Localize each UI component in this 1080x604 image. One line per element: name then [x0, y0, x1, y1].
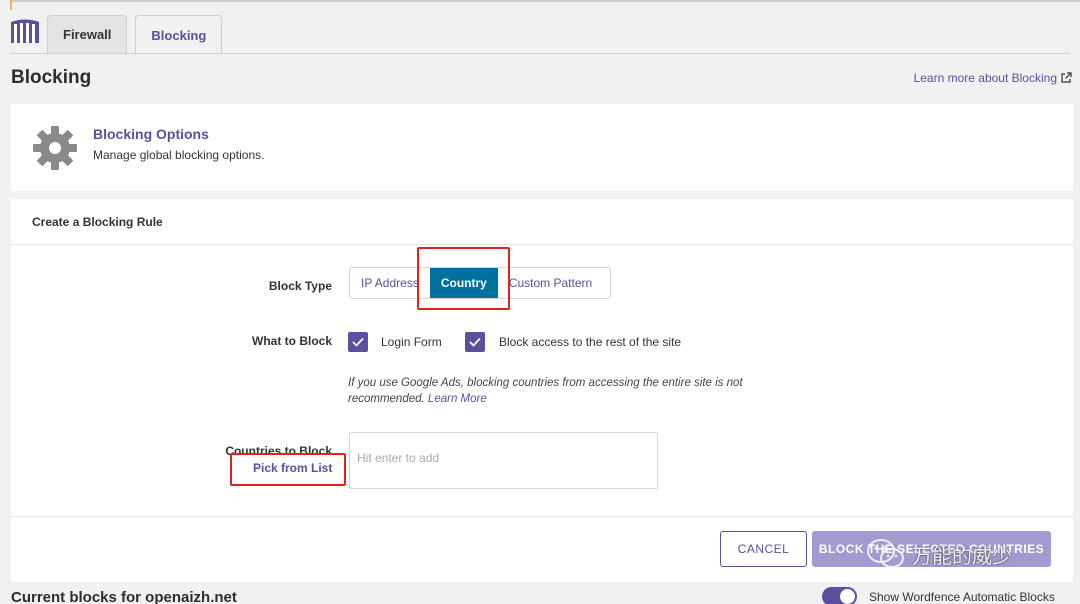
check-icon [469, 337, 481, 347]
tab-bar: Firewall Blocking [47, 15, 223, 54]
rule-footer-divider [11, 516, 1073, 517]
page-title: Blocking [11, 67, 92, 88]
current-blocks-title: Current blocks for openaizh.net [11, 589, 237, 604]
block-type-label: Block Type [268, 279, 332, 293]
check-icon [352, 337, 364, 347]
login-form-checkbox[interactable] [348, 332, 368, 352]
create-rule-heading: Create a Blocking Rule [32, 215, 163, 229]
block-site-checkbox[interactable] [465, 332, 485, 352]
automatic-blocks-toggle[interactable] [822, 587, 857, 604]
external-link-icon [1061, 72, 1072, 83]
tab-firewall[interactable]: Firewall [47, 15, 128, 53]
countries-input[interactable] [350, 433, 657, 465]
countries-input-wrapper [349, 432, 658, 489]
notice-accent [10, 0, 12, 10]
tab-blocking[interactable]: Blocking [135, 15, 223, 54]
what-to-block-label: What to Block [252, 334, 332, 348]
automatic-blocks-label: Show Wordfence Automatic Blocks [869, 590, 1055, 604]
blocking-options-title[interactable]: Blocking Options [93, 126, 209, 142]
tab-divider [10, 53, 1070, 54]
learn-more-link[interactable]: Learn more about Blocking [914, 71, 1072, 85]
learn-more-label: Learn more about Blocking [913, 71, 1057, 85]
wechat-icon [867, 539, 904, 568]
block-type-custom-pattern[interactable]: Custom Pattern [498, 268, 603, 298]
watermark-text: 万能的威少 [912, 543, 1012, 568]
learn-more-note-link[interactable]: Learn More [428, 393, 487, 405]
gear-icon [33, 126, 77, 170]
top-border [10, 0, 1080, 2]
block-site-label: Block access to the rest of the site [499, 335, 682, 349]
highlight-country-box [417, 247, 510, 310]
blocking-options-subtitle: Manage global blocking options. [93, 148, 265, 162]
create-rule-header: Create a Blocking Rule [11, 199, 1073, 245]
wordfence-logo-icon [11, 19, 39, 43]
login-form-label: Login Form [381, 335, 442, 349]
create-rule-card: Create a Blocking Rule Block Type IP Add… [11, 199, 1073, 582]
watermark: 万能的威少 [866, 537, 1012, 571]
google-ads-note: If you use Google Ads, blocking countrie… [348, 375, 798, 407]
highlight-pick-list-box [230, 453, 346, 486]
blocking-options-card[interactable]: Blocking Options Manage global blocking … [11, 104, 1073, 191]
google-ads-note-text: If you use Google Ads, blocking countrie… [348, 377, 743, 405]
cancel-button[interactable]: CANCEL [720, 531, 807, 567]
